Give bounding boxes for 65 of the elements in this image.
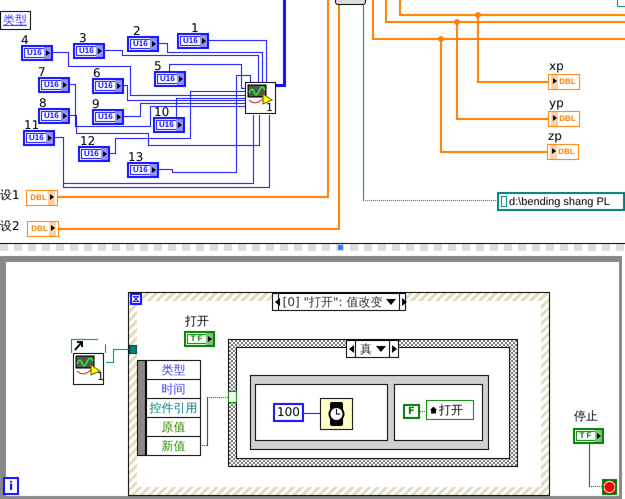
numeric-constant[interactable]: 100 <box>273 403 304 422</box>
icon-number: 1 <box>266 101 273 115</box>
subvi-icon[interactable] <box>245 82 276 114</box>
constant-label: 12 <box>80 134 96 148</box>
constant-label: 8 <box>39 96 47 110</box>
type-label: 类型 <box>0 11 31 30</box>
numeric-terminal[interactable]: U16 <box>177 33 209 49</box>
control-label: 设1 <box>0 188 20 202</box>
stop-terminal <box>602 479 617 495</box>
numeric-terminal[interactable]: U16 <box>92 78 124 94</box>
event-data-field[interactable]: 控件引用 <box>146 398 201 418</box>
numeric-terminal[interactable]: U16 <box>127 162 159 178</box>
reference-tunnel <box>129 345 137 354</box>
wire-junction <box>475 12 481 18</box>
constant-label: 13 <box>128 150 144 164</box>
constant-label: 4 <box>21 33 29 47</box>
constant-label: 7 <box>38 65 46 79</box>
wire <box>589 443 603 487</box>
constant-label: 11 <box>24 118 40 132</box>
constant-label: 10 <box>154 105 170 119</box>
numeric-terminal[interactable]: U16 <box>38 77 70 93</box>
indicator-label: xp <box>549 59 564 73</box>
icon-number: 1 <box>97 370 104 384</box>
event-selector[interactable]: [0] "打开": 值改变 <box>272 293 406 311</box>
case-selector[interactable]: 真 <box>346 340 399 358</box>
wire <box>200 397 230 446</box>
property-node[interactable]: 打开 <box>426 400 474 420</box>
control-label: 停止 <box>574 409 598 423</box>
selector-terminal <box>228 391 237 403</box>
numeric-terminal[interactable]: U16 <box>153 117 185 133</box>
event-data-field[interactable]: 新值 <box>146 436 201 456</box>
shortcut-arrow-icon <box>73 339 83 351</box>
constant-label: 6 <box>93 66 101 80</box>
event-data-field[interactable]: 类型 <box>146 360 201 380</box>
boolean-terminal[interactable]: TF <box>184 331 215 347</box>
constant-label: 1 <box>191 21 199 35</box>
wait-function-icon[interactable] <box>320 398 353 430</box>
numeric-terminal[interactable]: U16 <box>21 45 53 61</box>
path-constant[interactable]: d:\bending shang PL <box>497 192 625 211</box>
wire-junction <box>454 19 460 25</box>
splitter-bar[interactable] <box>0 243 625 251</box>
numeric-terminal[interactable]: U16 <box>154 71 186 87</box>
indicator-label: yp <box>549 96 564 110</box>
boolean-terminal[interactable]: TF <box>573 428 604 444</box>
constant-label: 2 <box>133 24 141 38</box>
indicator-label: zp <box>548 129 562 143</box>
control-label: 打开 <box>185 314 209 328</box>
boolean-constant[interactable]: F <box>403 404 420 419</box>
wire-junction <box>438 36 444 42</box>
iteration-terminal: i <box>3 477 20 495</box>
event-data-field[interactable]: 原值 <box>146 417 201 437</box>
wire <box>106 349 130 363</box>
constant-label: 5 <box>154 59 162 73</box>
vi-icon[interactable] <box>73 353 104 385</box>
splitter-handle[interactable] <box>338 245 343 250</box>
numeric-terminal[interactable]: U16 <box>92 109 124 125</box>
numeric-terminal[interactable]: U16 <box>73 43 105 59</box>
constant-label: 3 <box>79 31 87 45</box>
numeric-terminal[interactable]: U16 <box>127 36 159 52</box>
event-data-field[interactable]: 时间 <box>146 379 201 399</box>
numeric-terminal[interactable]: U16 <box>38 108 70 124</box>
constant-label: 9 <box>92 97 100 111</box>
numeric-terminal[interactable]: U16 <box>23 130 55 146</box>
numeric-terminal[interactable]: U16 <box>78 146 110 162</box>
control-label: 设2 <box>0 219 20 233</box>
